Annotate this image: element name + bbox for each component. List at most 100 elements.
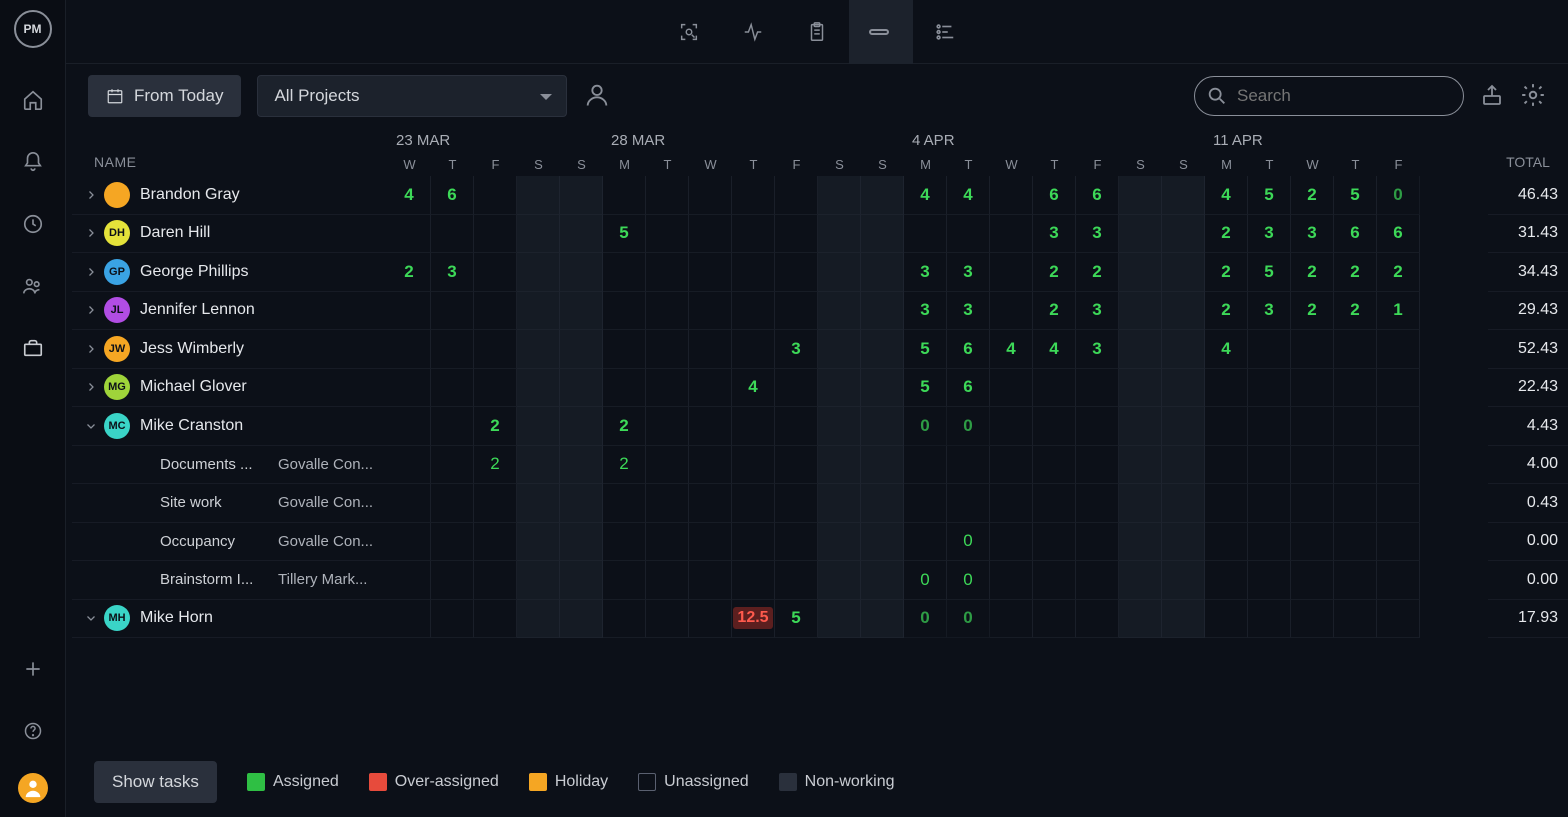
workload-cell[interactable] bbox=[947, 484, 990, 523]
workload-cell[interactable] bbox=[1076, 600, 1119, 639]
task-row[interactable]: OccupancyGovalle Con... bbox=[72, 523, 388, 562]
workload-cell[interactable]: 4 bbox=[732, 369, 775, 408]
workload-cell[interactable] bbox=[689, 253, 732, 292]
workload-cell[interactable] bbox=[689, 369, 732, 408]
workload-cell[interactable] bbox=[818, 600, 861, 639]
workload-cell[interactable] bbox=[517, 446, 560, 485]
workload-cell[interactable] bbox=[431, 600, 474, 639]
workload-cell[interactable] bbox=[1291, 407, 1334, 446]
workload-cell[interactable] bbox=[388, 215, 431, 254]
workload-cell[interactable] bbox=[732, 292, 775, 331]
workload-cell[interactable] bbox=[990, 253, 1033, 292]
workload-cell[interactable] bbox=[603, 484, 646, 523]
workload-cell[interactable] bbox=[474, 292, 517, 331]
workload-cell[interactable]: 6 bbox=[1033, 176, 1076, 215]
workload-cell[interactable] bbox=[1076, 446, 1119, 485]
workload-cell[interactable] bbox=[1377, 446, 1420, 485]
workload-cell[interactable] bbox=[1248, 446, 1291, 485]
workload-cell[interactable] bbox=[1205, 484, 1248, 523]
workload-cell[interactable] bbox=[990, 484, 1033, 523]
workload-cell[interactable]: 2 bbox=[1291, 292, 1334, 331]
workload-cell[interactable] bbox=[861, 330, 904, 369]
workload-cell[interactable]: 2 bbox=[1291, 176, 1334, 215]
workload-cell[interactable]: 5 bbox=[904, 330, 947, 369]
expand-chevron-icon[interactable] bbox=[82, 263, 100, 281]
workload-cell[interactable] bbox=[689, 407, 732, 446]
workload-cell[interactable] bbox=[517, 407, 560, 446]
workload-cell[interactable] bbox=[560, 561, 603, 600]
workload-cell[interactable] bbox=[1205, 407, 1248, 446]
workload-cell[interactable] bbox=[1076, 369, 1119, 408]
scan-icon[interactable] bbox=[657, 0, 721, 64]
workload-cell[interactable] bbox=[732, 176, 775, 215]
workload-cell[interactable] bbox=[1119, 215, 1162, 254]
workload-cell[interactable] bbox=[1076, 407, 1119, 446]
workload-cell[interactable]: 3 bbox=[1291, 215, 1334, 254]
workload-cell[interactable] bbox=[861, 446, 904, 485]
expand-chevron-icon[interactable] bbox=[82, 301, 100, 319]
workload-cell[interactable] bbox=[904, 215, 947, 254]
workload-cell[interactable] bbox=[646, 292, 689, 331]
workload-cell[interactable] bbox=[560, 523, 603, 562]
workload-cell[interactable] bbox=[560, 369, 603, 408]
workload-cell[interactable]: 3 bbox=[431, 253, 474, 292]
workload-cell[interactable] bbox=[818, 330, 861, 369]
workload-cell[interactable] bbox=[990, 446, 1033, 485]
workload-cell[interactable] bbox=[560, 407, 603, 446]
workload-cell[interactable]: 2 bbox=[1033, 253, 1076, 292]
workload-cell[interactable] bbox=[431, 484, 474, 523]
workload-cell[interactable] bbox=[689, 484, 732, 523]
workload-cell[interactable] bbox=[1162, 253, 1205, 292]
workload-cell[interactable] bbox=[732, 215, 775, 254]
workload-cell[interactable] bbox=[818, 523, 861, 562]
workload-cell[interactable] bbox=[388, 369, 431, 408]
workload-cell[interactable] bbox=[388, 292, 431, 331]
workload-cell[interactable] bbox=[517, 253, 560, 292]
workload-cell[interactable] bbox=[1334, 446, 1377, 485]
workload-cell[interactable] bbox=[818, 215, 861, 254]
task-row[interactable]: Site workGovalle Con... bbox=[72, 484, 388, 523]
workload-cell[interactable] bbox=[732, 446, 775, 485]
workload-cell[interactable] bbox=[1248, 561, 1291, 600]
workload-cell[interactable] bbox=[1162, 215, 1205, 254]
search-input[interactable] bbox=[1194, 76, 1464, 116]
user-avatar[interactable] bbox=[18, 773, 48, 803]
workload-cell[interactable] bbox=[904, 446, 947, 485]
plus-icon[interactable] bbox=[13, 649, 53, 689]
workload-cell[interactable] bbox=[1076, 484, 1119, 523]
workload-cell[interactable] bbox=[990, 369, 1033, 408]
workload-cell[interactable]: 3 bbox=[1076, 215, 1119, 254]
workload-cell[interactable] bbox=[1334, 407, 1377, 446]
workload-cell[interactable]: 6 bbox=[431, 176, 474, 215]
workload-cell[interactable] bbox=[904, 484, 947, 523]
workload-cell[interactable] bbox=[818, 253, 861, 292]
workload-cell[interactable] bbox=[990, 523, 1033, 562]
workload-cell[interactable]: 0 bbox=[904, 600, 947, 639]
workload-cell[interactable] bbox=[1033, 561, 1076, 600]
help-icon[interactable] bbox=[13, 711, 53, 751]
person-row[interactable]: JWJess Wimberly bbox=[72, 330, 388, 369]
expand-chevron-icon[interactable] bbox=[82, 609, 100, 627]
workload-cell[interactable] bbox=[388, 330, 431, 369]
workload-cell[interactable]: 0 bbox=[947, 600, 990, 639]
workload-cell[interactable] bbox=[775, 176, 818, 215]
workload-cell[interactable]: 5 bbox=[775, 600, 818, 639]
workload-cell[interactable] bbox=[431, 561, 474, 600]
workload-cell[interactable] bbox=[517, 561, 560, 600]
workload-cell[interactable] bbox=[1119, 176, 1162, 215]
workload-cell[interactable] bbox=[689, 446, 732, 485]
workload-cell[interactable] bbox=[474, 600, 517, 639]
workload-cell[interactable] bbox=[517, 484, 560, 523]
workload-cell[interactable] bbox=[1248, 600, 1291, 639]
workload-cell[interactable] bbox=[1205, 369, 1248, 408]
workload-cell[interactable] bbox=[775, 561, 818, 600]
workload-cell[interactable] bbox=[732, 523, 775, 562]
workload-cell[interactable] bbox=[904, 523, 947, 562]
workload-cell[interactable] bbox=[990, 215, 1033, 254]
workload-cell[interactable] bbox=[990, 292, 1033, 331]
workload-cell[interactable] bbox=[990, 407, 1033, 446]
workload-cell[interactable] bbox=[431, 330, 474, 369]
workload-cell[interactable] bbox=[431, 407, 474, 446]
workload-cell[interactable] bbox=[603, 292, 646, 331]
gantt-icon[interactable] bbox=[913, 0, 977, 64]
